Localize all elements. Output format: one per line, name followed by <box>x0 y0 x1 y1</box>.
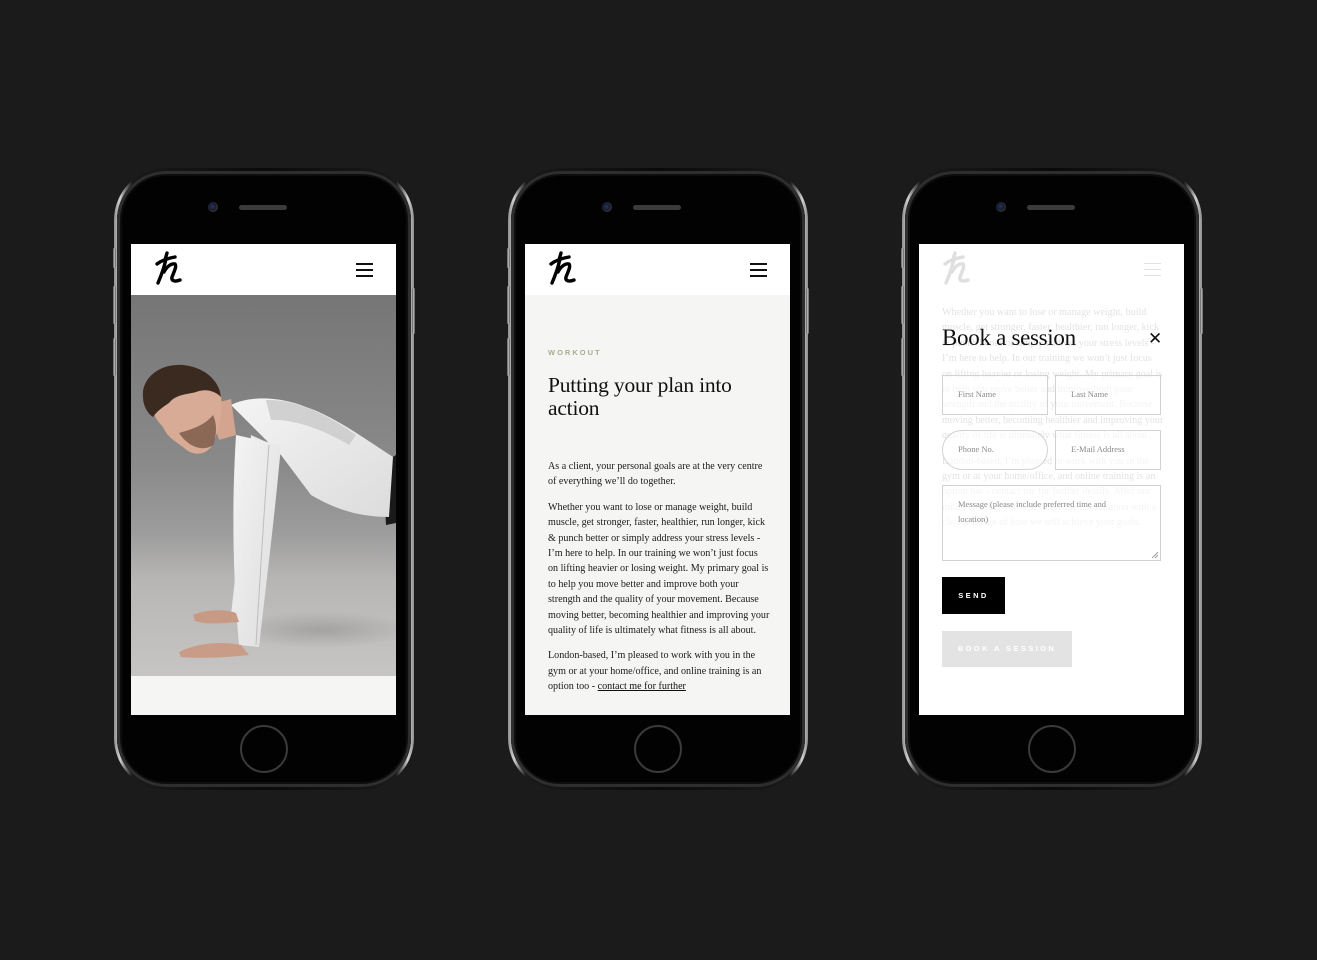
close-icon[interactable]: ✕ <box>1148 331 1162 348</box>
category-eyebrow: WORKOUT <box>548 348 602 357</box>
phone-mockup-hero <box>113 168 415 790</box>
hamburger-menu-icon[interactable] <box>750 263 767 277</box>
hamburger-menu-icon[interactable] <box>356 263 373 277</box>
volume-down-button <box>507 338 510 376</box>
article-paragraph: Whether you want to lose or manage weigh… <box>548 501 770 637</box>
last-name-input[interactable]: Last Name <box>1055 375 1161 415</box>
article-body: As a client, your personal goals are at … <box>548 459 770 705</box>
phone-number-input[interactable]: Phone No. <box>942 430 1048 470</box>
booking-modal: Book a session ✕ First Name Last Name Ph… <box>919 244 1184 715</box>
front-camera <box>602 202 612 212</box>
article-title: Putting your plan into action <box>548 373 732 420</box>
man-doing-plank-illustration <box>142 364 396 658</box>
screen-booking: Whether you want to lose or manage weigh… <box>919 244 1184 715</box>
site-header <box>131 244 396 295</box>
earpiece-speaker <box>239 205 287 210</box>
volume-up-button <box>507 286 510 324</box>
handwritten-h-logo-icon[interactable] <box>153 250 185 288</box>
mute-switch <box>113 248 116 268</box>
resize-handle-icon[interactable] <box>1152 552 1158 558</box>
handwritten-h-logo-icon[interactable] <box>547 250 579 288</box>
message-textarea[interactable]: Message (please include preferred time a… <box>942 485 1161 561</box>
email-input[interactable]: E-Mail Address <box>1055 430 1161 470</box>
first-name-input[interactable]: First Name <box>942 375 1048 415</box>
volume-down-button <box>901 338 904 376</box>
phone-mockup-article: WORKOUT Putting your plan into action As… <box>507 168 809 790</box>
last-name-placeholder: Last Name <box>1071 389 1109 399</box>
screen-article: WORKOUT Putting your plan into action As… <box>525 244 790 715</box>
power-button <box>806 288 809 334</box>
mute-switch <box>901 248 904 268</box>
first-name-placeholder: First Name <box>958 389 997 399</box>
send-button[interactable]: SEND <box>942 577 1005 614</box>
contact-link[interactable]: contact me for further <box>598 681 686 692</box>
phone-mockup-booking: Whether you want to lose or manage weigh… <box>901 168 1203 790</box>
power-button <box>412 288 415 334</box>
modal-title: Book a session <box>942 325 1076 350</box>
hero-image <box>131 295 396 676</box>
screen-hero <box>131 244 396 715</box>
article-paragraph: As a client, your personal goals are at … <box>548 461 763 488</box>
volume-up-button <box>901 286 904 324</box>
volume-down-button <box>113 338 116 376</box>
message-placeholder: Message (please include preferred time a… <box>958 499 1106 524</box>
phone-placeholder: Phone No. <box>958 444 994 454</box>
front-camera <box>996 202 1006 212</box>
volume-up-button <box>113 286 116 324</box>
site-header <box>525 244 790 295</box>
power-button <box>1200 288 1203 334</box>
article-paragraph: London-based, I’m pleased to work with y… <box>548 648 770 694</box>
front-camera <box>208 202 218 212</box>
home-button <box>634 725 682 773</box>
home-button <box>1028 725 1076 773</box>
home-button <box>240 725 288 773</box>
email-placeholder: E-Mail Address <box>1071 444 1125 454</box>
earpiece-speaker <box>1027 205 1075 210</box>
earpiece-speaker <box>633 205 681 210</box>
mute-switch <box>507 248 510 268</box>
